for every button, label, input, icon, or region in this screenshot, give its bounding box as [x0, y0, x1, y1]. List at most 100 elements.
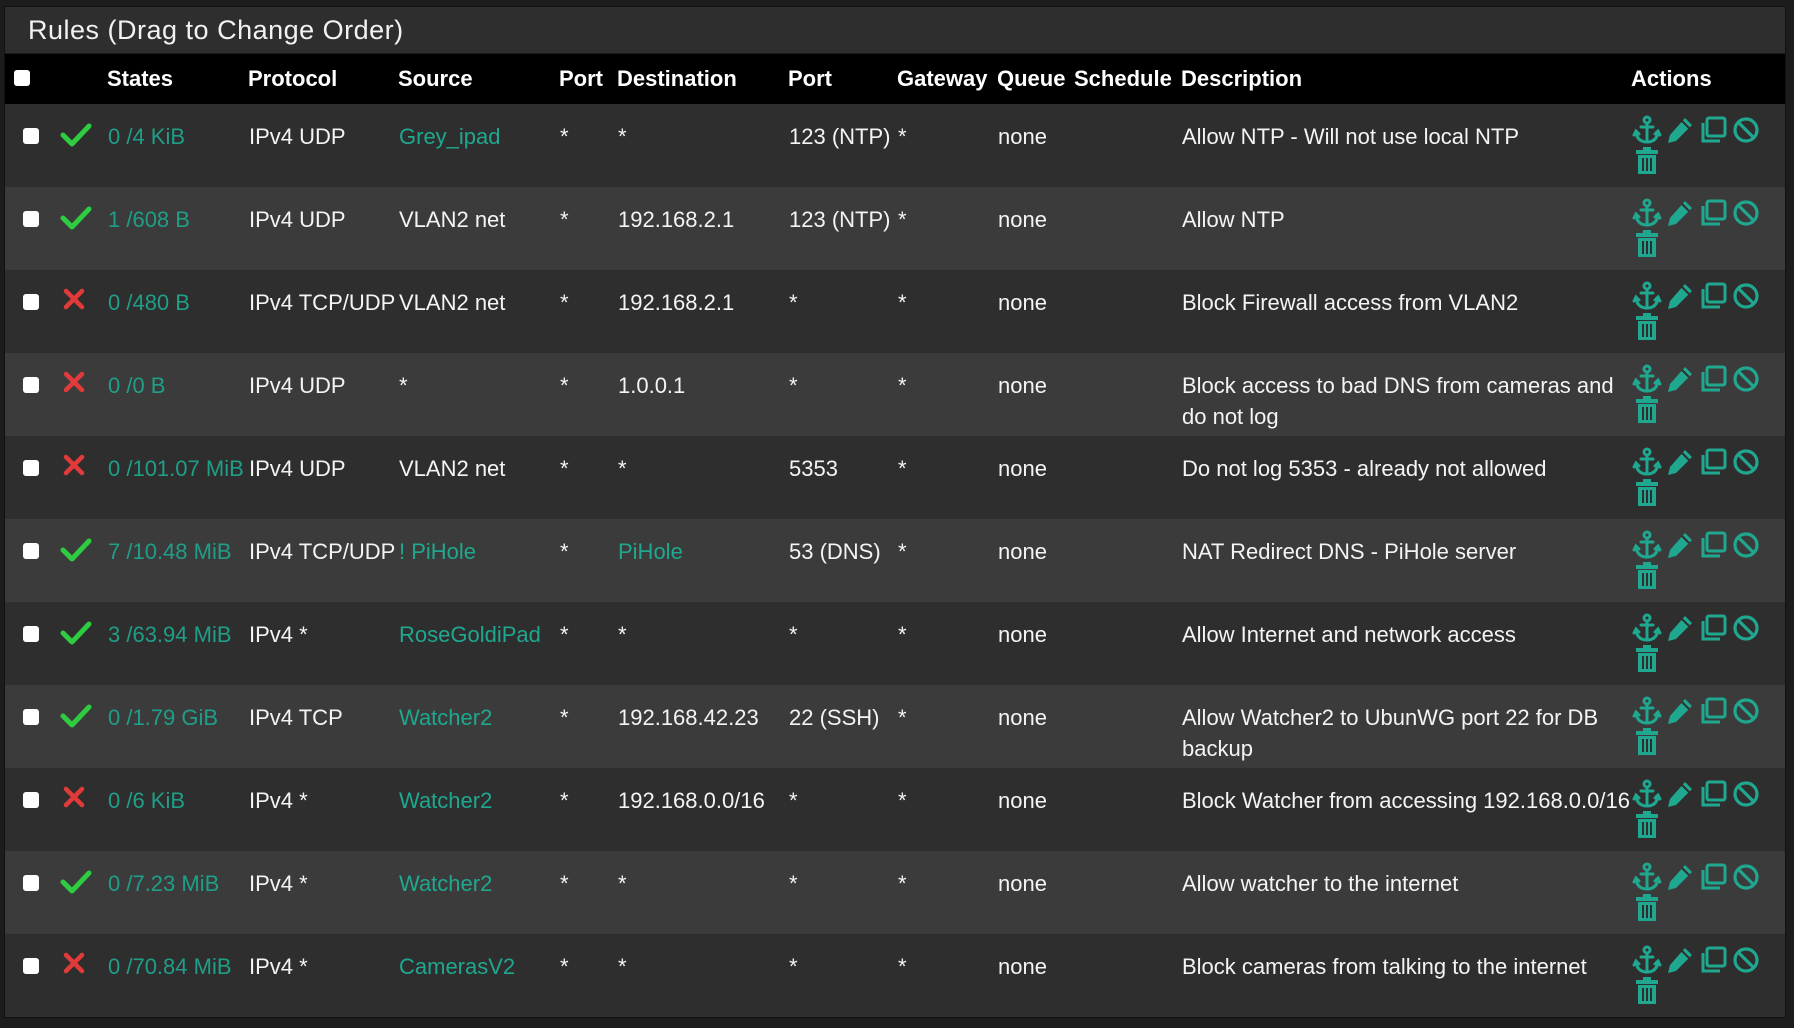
- trash-icon[interactable]: [1632, 727, 1662, 757]
- copy-icon[interactable]: [1698, 364, 1728, 394]
- anchor-icon[interactable]: [1632, 862, 1662, 892]
- edit-pencil-icon[interactable]: [1665, 364, 1695, 394]
- anchor-icon[interactable]: [1632, 364, 1662, 394]
- row-checkbox[interactable]: [23, 792, 39, 808]
- disable-ban-icon[interactable]: [1731, 198, 1761, 228]
- col-protocol[interactable]: Protocol: [248, 54, 398, 104]
- copy-icon[interactable]: [1698, 862, 1728, 892]
- disable-ban-icon[interactable]: [1731, 945, 1761, 975]
- row-checkbox[interactable]: [23, 377, 39, 393]
- row-checkbox[interactable]: [23, 211, 39, 227]
- edit-pencil-icon[interactable]: [1665, 198, 1695, 228]
- row-checkbox[interactable]: [23, 128, 39, 144]
- copy-icon[interactable]: [1698, 530, 1728, 560]
- anchor-icon[interactable]: [1632, 281, 1662, 311]
- table-row[interactable]: 0 /7.23 MiB IPv4 * Watcher2 * * * * none…: [5, 851, 1785, 934]
- edit-pencil-icon[interactable]: [1665, 530, 1695, 560]
- disable-ban-icon[interactable]: [1731, 613, 1761, 643]
- col-queue[interactable]: Queue: [997, 54, 1074, 104]
- col-gateway[interactable]: Gateway: [897, 54, 997, 104]
- row-checkbox[interactable]: [23, 460, 39, 476]
- edit-pencil-icon[interactable]: [1665, 447, 1695, 477]
- trash-icon[interactable]: [1632, 644, 1662, 674]
- disable-ban-icon[interactable]: [1731, 115, 1761, 145]
- anchor-icon[interactable]: [1632, 696, 1662, 726]
- trash-icon[interactable]: [1632, 478, 1662, 508]
- row-checkbox[interactable]: [23, 626, 39, 642]
- table-row[interactable]: 0 /70.84 MiB IPv4 * CamerasV2 * * * * no…: [5, 934, 1785, 1017]
- states-cell[interactable]: 0 /4 KiB: [107, 104, 248, 187]
- table-row[interactable]: 0 /1.79 GiB IPv4 TCP Watcher2 * 192.168.…: [5, 685, 1785, 768]
- states-cell[interactable]: 0 /0 B: [107, 353, 248, 436]
- row-checkbox[interactable]: [23, 294, 39, 310]
- row-checkbox[interactable]: [23, 958, 39, 974]
- states-cell[interactable]: 3 /63.94 MiB: [107, 602, 248, 685]
- copy-icon[interactable]: [1698, 198, 1728, 228]
- edit-pencil-icon[interactable]: [1665, 281, 1695, 311]
- table-row[interactable]: 3 /63.94 MiB IPv4 * RoseGoldiPad * * * *…: [5, 602, 1785, 685]
- trash-icon[interactable]: [1632, 229, 1662, 259]
- states-cell[interactable]: 7 /10.48 MiB: [107, 519, 248, 602]
- copy-icon[interactable]: [1698, 281, 1728, 311]
- row-checkbox[interactable]: [23, 543, 39, 559]
- edit-pencil-icon[interactable]: [1665, 779, 1695, 809]
- col-destination-port[interactable]: Port: [788, 54, 897, 104]
- copy-icon[interactable]: [1698, 779, 1728, 809]
- disable-ban-icon[interactable]: [1731, 530, 1761, 560]
- trash-icon[interactable]: [1632, 146, 1662, 176]
- disable-ban-icon[interactable]: [1731, 862, 1761, 892]
- trash-icon[interactable]: [1632, 810, 1662, 840]
- disable-ban-icon[interactable]: [1731, 696, 1761, 726]
- anchor-icon[interactable]: [1632, 613, 1662, 643]
- states-cell[interactable]: 1 /608 B: [107, 187, 248, 270]
- edit-pencil-icon[interactable]: [1665, 945, 1695, 975]
- anchor-icon[interactable]: [1632, 115, 1662, 145]
- disable-ban-icon[interactable]: [1731, 364, 1761, 394]
- states-cell[interactable]: 0 /101.07 MiB: [107, 436, 248, 519]
- copy-icon[interactable]: [1698, 447, 1728, 477]
- trash-icon[interactable]: [1632, 976, 1662, 1006]
- table-row[interactable]: 0 /480 B IPv4 TCP/UDP VLAN2 net * 192.16…: [5, 270, 1785, 353]
- col-destination[interactable]: Destination: [617, 54, 788, 104]
- select-all-checkbox[interactable]: [14, 70, 30, 86]
- col-description[interactable]: Description: [1181, 54, 1631, 104]
- copy-icon[interactable]: [1698, 613, 1728, 643]
- edit-pencil-icon[interactable]: [1665, 613, 1695, 643]
- disable-ban-icon[interactable]: [1731, 779, 1761, 809]
- trash-icon[interactable]: [1632, 312, 1662, 342]
- col-source-port[interactable]: Port: [559, 54, 617, 104]
- actions-cell: [1631, 519, 1785, 602]
- trash-icon[interactable]: [1632, 395, 1662, 425]
- anchor-icon[interactable]: [1632, 447, 1662, 477]
- edit-pencil-icon[interactable]: [1665, 862, 1695, 892]
- trash-icon[interactable]: [1632, 893, 1662, 923]
- states-cell[interactable]: 0 /6 KiB: [107, 768, 248, 851]
- states-cell[interactable]: 0 /1.79 GiB: [107, 685, 248, 768]
- anchor-icon[interactable]: [1632, 198, 1662, 228]
- states-cell[interactable]: 0 /480 B: [107, 270, 248, 353]
- row-checkbox[interactable]: [23, 709, 39, 725]
- table-row[interactable]: 0 /0 B IPv4 UDP * * 1.0.0.1 * * none Blo…: [5, 353, 1785, 436]
- states-cell[interactable]: 0 /7.23 MiB: [107, 851, 248, 934]
- table-row[interactable]: 0 /6 KiB IPv4 * Watcher2 * 192.168.0.0/1…: [5, 768, 1785, 851]
- col-source[interactable]: Source: [398, 54, 559, 104]
- table-row[interactable]: 7 /10.48 MiB IPv4 TCP/UDP ! PiHole * PiH…: [5, 519, 1785, 602]
- table-row[interactable]: 0 /4 KiB IPv4 UDP Grey_ipad * * 123 (NTP…: [5, 104, 1785, 187]
- table-row[interactable]: 0 /101.07 MiB IPv4 UDP VLAN2 net * * 535…: [5, 436, 1785, 519]
- table-row[interactable]: 1 /608 B IPv4 UDP VLAN2 net * 192.168.2.…: [5, 187, 1785, 270]
- row-checkbox[interactable]: [23, 875, 39, 891]
- col-states[interactable]: States: [107, 54, 248, 104]
- trash-icon[interactable]: [1632, 561, 1662, 591]
- edit-pencil-icon[interactable]: [1665, 115, 1695, 145]
- copy-icon[interactable]: [1698, 945, 1728, 975]
- anchor-icon[interactable]: [1632, 945, 1662, 975]
- col-schedule[interactable]: Schedule: [1074, 54, 1181, 104]
- anchor-icon[interactable]: [1632, 530, 1662, 560]
- anchor-icon[interactable]: [1632, 779, 1662, 809]
- states-cell[interactable]: 0 /70.84 MiB: [107, 934, 248, 1017]
- copy-icon[interactable]: [1698, 696, 1728, 726]
- edit-pencil-icon[interactable]: [1665, 696, 1695, 726]
- disable-ban-icon[interactable]: [1731, 447, 1761, 477]
- disable-ban-icon[interactable]: [1731, 281, 1761, 311]
- copy-icon[interactable]: [1698, 115, 1728, 145]
